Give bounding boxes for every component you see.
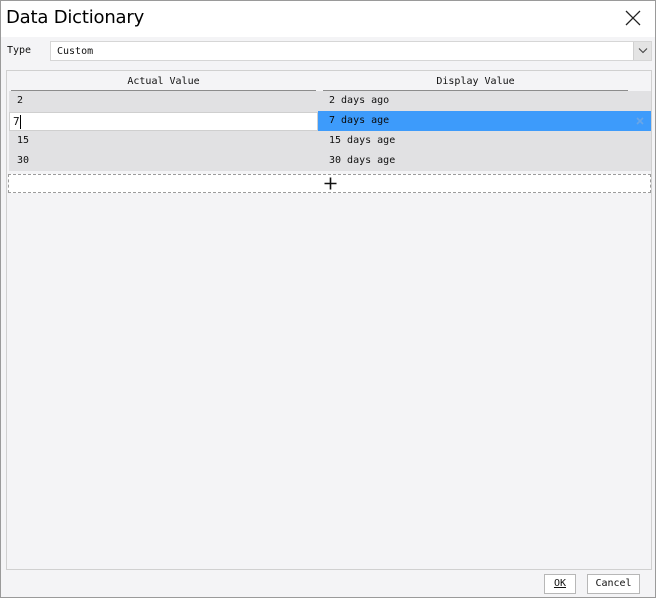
dialog-title: Data Dictionary [6,7,145,28]
display-value-text: 7 days age [329,115,390,126]
actual-value-cell[interactable]: 2 [17,91,23,111]
type-select-value: Custom [57,46,94,57]
type-row: Type Custom [1,37,655,65]
add-row-button[interactable] [8,174,651,193]
plus-icon [324,177,337,190]
dictionary-grid: Actual Value Display Value 2 2 days ago … [6,70,652,570]
cancel-button-label: Cancel [595,578,632,589]
table-row[interactable]: 2 2 days ago [9,91,651,111]
display-value-cell[interactable]: 30 days age [329,151,395,171]
text-caret [20,115,21,129]
close-button[interactable] [619,5,647,31]
close-icon [625,10,641,26]
chevron-down-icon [638,48,648,54]
display-value-cell[interactable]: 15 days age [329,131,395,151]
title-bar: Data Dictionary [1,1,655,37]
type-dropdown-button[interactable] [633,42,651,60]
data-dictionary-dialog: Data Dictionary Type Custom Actual Value… [0,0,656,598]
column-header-display-value[interactable]: Display Value [323,73,628,91]
actual-value-input[interactable]: 7 [9,112,318,131]
display-value-cell[interactable]: 2 days ago [329,91,389,111]
type-label: Type [7,45,32,56]
delete-row-icon [636,117,644,125]
table-row[interactable]: 15 15 days age [9,131,651,151]
actual-value-input-text: 7 [13,115,20,128]
table-row[interactable]: 30 30 days age [9,151,651,171]
actual-value-cell[interactable]: 15 [17,131,29,151]
ok-button[interactable]: OK [544,574,576,594]
cancel-button[interactable]: Cancel [587,574,640,594]
type-select[interactable]: Custom [50,41,652,61]
delete-row-button[interactable] [635,116,645,126]
table-row-selected[interactable]: 7 7 days age [9,111,651,131]
grid-header: Actual Value Display Value [7,73,651,91]
ok-button-label: OK [553,578,567,589]
display-value-cell-selected[interactable]: 7 days age [318,111,651,131]
actual-value-cell[interactable]: 30 [17,151,29,171]
column-header-actual-value[interactable]: Actual Value [11,73,316,91]
